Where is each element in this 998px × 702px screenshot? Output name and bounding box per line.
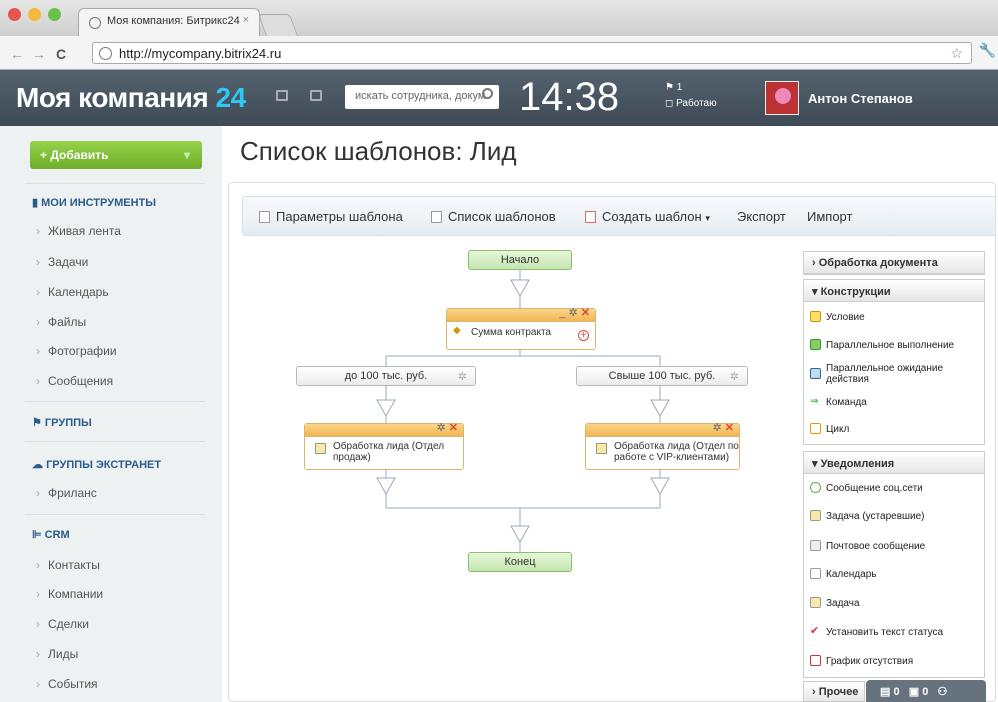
command-icon: ⇒ xyxy=(810,396,819,407)
block-header[interactable]: ✲ ✕ xyxy=(305,423,463,437)
notifications-count[interactable]: 0 xyxy=(922,686,928,698)
condition-icon: ◆ xyxy=(453,325,461,336)
action-right-label: Обработка лида (Отдел по работе с VIP-кл… xyxy=(614,441,739,463)
palette-item-label: Сообщение соц.сети xyxy=(826,483,923,494)
action-block-left[interactable]: ✲ ✕ Обработка лида (Отдел продаж) xyxy=(304,423,464,470)
palette-item-label: Условие xyxy=(826,312,865,323)
bottom-status-bar: ▤ 0 ▣ 0 ⚇ xyxy=(866,680,986,702)
condition-icon xyxy=(810,311,821,322)
task-icon xyxy=(596,443,607,454)
palette-doc-processing[interactable]: › Обработка документа xyxy=(803,251,985,275)
action-left-label: Обработка лида (Отдел продаж) xyxy=(333,441,445,463)
branch-left[interactable]: до 100 тыс. руб. ✲ xyxy=(296,366,476,386)
palette-item-label: Задача (устаревшие) xyxy=(826,511,925,522)
palette-item-loop[interactable]: Цикл xyxy=(810,423,850,435)
palette-item-status-text[interactable]: ✔ Установить текст статуса xyxy=(810,626,944,639)
block-header[interactable]: _ ✲ ✕ xyxy=(447,308,595,322)
palette-item-label: Календарь xyxy=(826,569,877,580)
gear-icon[interactable]: ✲ xyxy=(458,370,467,383)
end-node[interactable]: Конец xyxy=(468,552,572,572)
messages-count[interactable]: 0 xyxy=(893,686,899,698)
task-icon xyxy=(315,443,326,454)
add-branch-icon[interactable]: + xyxy=(578,330,589,341)
palette-other[interactable]: › Прочее xyxy=(803,681,865,702)
palette-doc-title: Обработка документа xyxy=(818,257,938,269)
palette-item-label: Цикл xyxy=(826,424,850,435)
notifications-icon[interactable]: ▣ xyxy=(909,686,919,698)
palette-item-social-message[interactable]: Сообщение соц.сети xyxy=(810,482,923,494)
branch-left-label: до 100 тыс. руб. xyxy=(344,370,428,382)
task-icon xyxy=(810,597,821,608)
palette-item-email[interactable]: Почтовое сообщение xyxy=(810,540,926,552)
block-controls[interactable]: _ ✲ ✕ xyxy=(559,308,590,319)
palette-item-label: График отсутствия xyxy=(826,656,914,667)
palette-item-parallel-wait[interactable]: Параллельное ожидание действия xyxy=(810,363,984,385)
palette-item-parallel[interactable]: Параллельное выполнение xyxy=(810,339,955,351)
palette-item-label: Установить текст статуса xyxy=(826,627,944,638)
palette-item-command[interactable]: ⇒ Команда xyxy=(810,396,867,408)
parallel-wait-icon xyxy=(810,368,821,379)
checkmark-icon: ✔ xyxy=(810,625,820,637)
condition-label: Сумма контракта xyxy=(471,327,551,338)
palette-item-label: Параллельное ожидание действия xyxy=(826,363,944,385)
palette-item-label: Команда xyxy=(826,397,867,408)
mail-icon xyxy=(810,540,821,551)
parallel-icon xyxy=(810,339,821,350)
task-icon xyxy=(810,510,821,521)
palette-item-absence[interactable]: График отсутствия xyxy=(810,655,914,667)
branch-right[interactable]: Свыше 100 тыс. руб. ✲ xyxy=(576,366,748,386)
chat-icon xyxy=(810,482,821,493)
palette-item-task[interactable]: Задача xyxy=(810,597,860,609)
gear-icon[interactable]: ✲ xyxy=(730,370,739,383)
messages-icon[interactable]: ▤ xyxy=(880,686,890,698)
contacts-icon[interactable]: ⚇ xyxy=(938,686,948,698)
palette-constructs-title: Конструкции xyxy=(820,286,891,298)
palette-other-title: Прочее xyxy=(818,686,859,698)
branch-right-label: Свыше 100 тыс. руб. xyxy=(608,370,716,382)
block-header[interactable]: ✲ ✕ xyxy=(586,423,739,437)
palette-notifications: ▾ Уведомления Сообщение соц.сети Задача … xyxy=(803,451,985,678)
action-block-right[interactable]: ✲ ✕ Обработка лида (Отдел по работе с VI… xyxy=(585,423,740,470)
absence-chart-icon xyxy=(810,655,821,666)
palette-item-label: Параллельное выполнение xyxy=(826,340,955,351)
palette-constructs: ▾ Конструкции Условие Параллельное выпол… xyxy=(803,279,985,445)
palette-item-label: Задача xyxy=(826,598,860,609)
palette-item-calendar[interactable]: Календарь xyxy=(810,568,877,580)
palette-notify-header[interactable]: ▾ Уведомления xyxy=(804,452,984,474)
palette-constructs-header[interactable]: ▾ Конструкции xyxy=(804,280,984,302)
loop-icon xyxy=(810,423,821,434)
palette-item-task-old[interactable]: Задача (устаревшие) xyxy=(810,510,925,522)
block-controls[interactable]: ✲ ✕ xyxy=(437,423,459,434)
condition-block[interactable]: _ ✲ ✕ ◆ Сумма контракта + xyxy=(446,308,596,350)
start-node[interactable]: Начало xyxy=(468,250,572,270)
block-controls[interactable]: ✲ ✕ xyxy=(713,423,735,434)
palette-item-label: Почтовое сообщение xyxy=(826,541,926,552)
calendar-icon xyxy=(810,568,821,579)
palette-notify-title: Уведомления xyxy=(820,458,895,470)
palette-item-condition[interactable]: Условие xyxy=(810,311,865,323)
